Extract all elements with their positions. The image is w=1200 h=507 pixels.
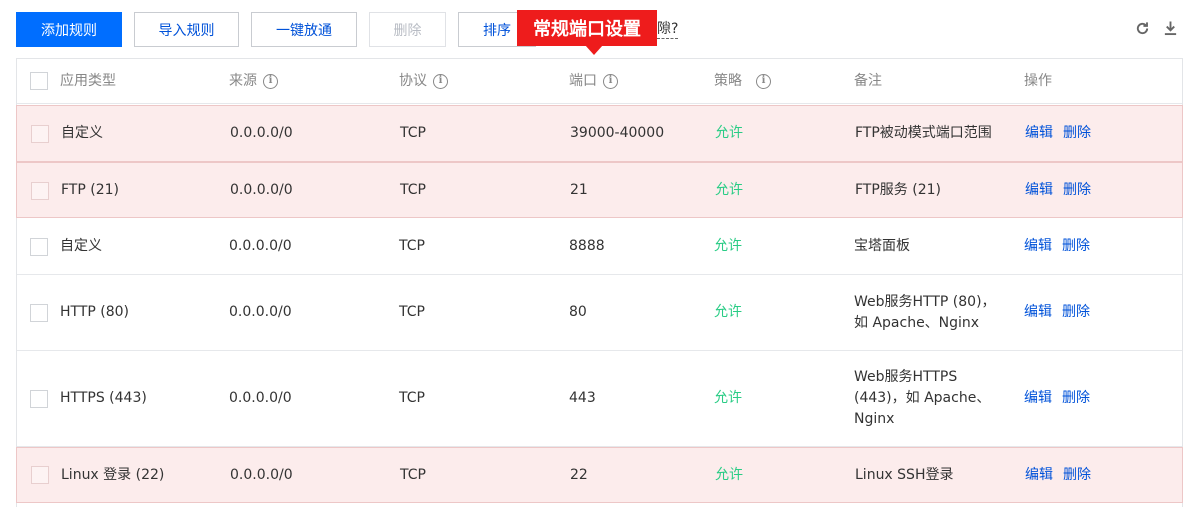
note-line: Nginx (854, 411, 895, 427)
cell-note: Linux SSH登录 (855, 466, 954, 483)
cell-protocol: TCP (400, 466, 426, 483)
edit-link[interactable]: 编辑 (1024, 236, 1052, 257)
table-header: 应用类型 来源 i 协议 i 端口 i 策略 i 备注 操作 (17, 59, 1182, 104)
delete-link[interactable]: 删除 (1063, 180, 1091, 201)
note-line: Web服务HTTP (80)， (854, 293, 996, 310)
table-row: 自定义 0.0.0.0/0 TCP 8888 允许 宝塔面板 编辑 删除 (17, 219, 1182, 275)
cell-source: 0.0.0.0/0 (230, 466, 293, 483)
cell-type: 自定义 (60, 238, 102, 254)
cell-port: 22 (570, 466, 588, 483)
cell-type: Linux 登录 (22) (61, 466, 165, 483)
cell-port: 8888 (569, 238, 605, 254)
cell-protocol: TCP (400, 181, 426, 198)
edit-link[interactable]: 编辑 (1025, 123, 1053, 144)
delete-link[interactable]: 删除 (1062, 302, 1090, 323)
toolbar: 添加规则 导入规则 一键放通 删除 排序 (16, 12, 548, 47)
cell-actions: 编辑 删除 (1024, 351, 1100, 446)
header-action: 操作 (1024, 72, 1052, 89)
callout-label: 常规端口设置 (517, 10, 657, 46)
cell-policy: 允许 (715, 181, 743, 198)
header-source: 来源 i (229, 59, 278, 103)
cell-note: Web服务HTTPS (443)，如 Apache、 Nginx (854, 351, 990, 446)
edit-link[interactable]: 编辑 (1024, 388, 1052, 409)
select-all-checkbox[interactable] (30, 72, 48, 90)
table-row: 自定义 0.0.0.0/0 TCP 39000-40000 允许 FTP被动模式… (16, 105, 1183, 162)
help-link[interactable]: 隙? (657, 20, 679, 39)
table-row: HTTPS (443) 0.0.0.0/0 TCP 443 允许 Web服务HT… (17, 351, 1182, 447)
edit-link[interactable]: 编辑 (1024, 302, 1052, 323)
cell-type: HTTP (80) (60, 304, 130, 320)
info-icon[interactable]: i (603, 73, 618, 89)
header-type: 应用类型 (60, 72, 116, 89)
rules-table: 应用类型 来源 i 协议 i 端口 i 策略 i 备注 操作 自定义 0.0.0.0/0… (16, 58, 1183, 507)
row-checkbox[interactable] (31, 466, 49, 484)
note-line: (443)，如 Apache、 (854, 390, 991, 406)
header-policy: 策略 i (714, 59, 771, 103)
cell-port: 443 (569, 390, 596, 406)
delete-button[interactable]: 删除 (369, 12, 446, 47)
cell-type: FTP (21) (61, 181, 119, 198)
cell-port: 80 (569, 304, 587, 320)
cell-policy: 允许 (715, 125, 743, 141)
cell-note: Web服务HTTP (80)， 如 Apache、Nginx (854, 275, 996, 350)
one-click-allow-button[interactable]: 一键放通 (251, 12, 357, 47)
cell-type: 自定义 (61, 125, 103, 141)
row-checkbox[interactable] (30, 238, 48, 256)
cell-policy: 允许 (714, 238, 742, 254)
toolbar-right-icons (1134, 20, 1178, 36)
table-row: FTP (21) 0.0.0.0/0 TCP 21 允许 FTP服务 (21) … (16, 162, 1183, 218)
cell-protocol: TCP (400, 125, 426, 141)
add-rule-button[interactable]: 添加规则 (16, 12, 122, 47)
cell-protocol: TCP (399, 390, 425, 406)
cell-actions: 编辑 删除 (1024, 219, 1100, 274)
cell-port: 21 (570, 181, 588, 198)
cell-policy: 允许 (714, 390, 742, 406)
edit-link[interactable]: 编辑 (1025, 180, 1053, 201)
cell-actions: 编辑 删除 (1025, 106, 1101, 161)
cell-source: 0.0.0.0/0 (230, 125, 293, 141)
delete-link[interactable]: 删除 (1063, 123, 1091, 144)
note-line: Web服务HTTPS (854, 369, 958, 385)
delete-link[interactable]: 删除 (1062, 236, 1090, 257)
cell-type: HTTPS (443) (60, 390, 147, 406)
header-port: 端口 i (569, 59, 618, 103)
cell-actions: 编辑 删除 (1025, 163, 1101, 217)
row-checkbox[interactable] (31, 125, 49, 143)
cell-protocol: TCP (399, 238, 425, 254)
row-checkbox[interactable] (31, 182, 49, 200)
cell-actions: 编辑 删除 (1024, 275, 1100, 350)
cell-source: 0.0.0.0/0 (229, 304, 292, 320)
note-line: 如 Apache、Nginx (854, 314, 980, 331)
delete-link[interactable]: 删除 (1062, 388, 1090, 409)
cell-source: 0.0.0.0/0 (229, 238, 292, 254)
cell-source: 0.0.0.0/0 (230, 181, 293, 198)
info-icon[interactable]: i (433, 73, 448, 89)
cell-actions: 编辑 删除 (1025, 448, 1101, 502)
import-rules-button[interactable]: 导入规则 (134, 12, 239, 47)
refresh-icon[interactable] (1134, 20, 1150, 36)
cell-note: FTP服务 (21) (855, 181, 941, 198)
cell-protocol: TCP (399, 304, 425, 320)
row-checkbox[interactable] (30, 390, 48, 408)
info-icon[interactable]: i (756, 73, 771, 89)
cell-note: FTP被动模式端口范围 (855, 125, 992, 141)
cell-note: 宝塔面板 (854, 238, 910, 254)
row-checkbox[interactable] (30, 304, 48, 322)
table-row: Linux 登录 (22) 0.0.0.0/0 TCP 22 允许 Linux … (16, 447, 1183, 503)
cell-policy: 允许 (715, 466, 743, 483)
header-protocol: 协议 i (399, 59, 448, 103)
cell-source: 0.0.0.0/0 (229, 390, 292, 406)
callout-arrow (585, 45, 603, 55)
delete-link[interactable]: 删除 (1063, 465, 1091, 486)
download-icon[interactable] (1162, 20, 1178, 36)
cell-policy: 允许 (714, 304, 742, 320)
edit-link[interactable]: 编辑 (1025, 465, 1053, 486)
header-note: 备注 (854, 72, 882, 89)
cell-port: 39000-40000 (570, 125, 665, 141)
table-row: HTTP (80) 0.0.0.0/0 TCP 80 允许 Web服务HTTP … (17, 275, 1182, 351)
info-icon[interactable]: i (263, 73, 278, 89)
